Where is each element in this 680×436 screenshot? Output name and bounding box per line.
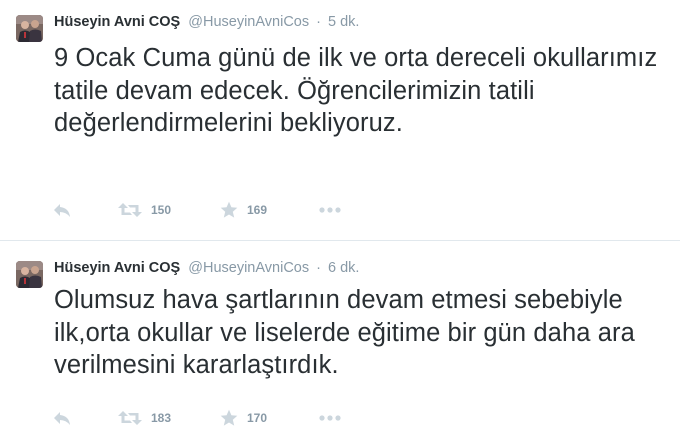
favorite-button[interactable]: 170 <box>220 408 267 428</box>
tweet-header: Hüseyin Avni COŞ @HuseyinAvniCos · 6 dk. <box>54 259 359 277</box>
favorite-count: 169 <box>247 203 268 217</box>
tweet-text: Olumsuz hava şartlarının devam etmesi se… <box>54 286 635 379</box>
reply-icon <box>52 202 72 218</box>
retweet-count: 183 <box>151 411 172 425</box>
favorite-button[interactable]: 169 <box>220 200 267 220</box>
separator: · <box>316 14 321 30</box>
author-handle[interactable]: @HuseyinAvniCos <box>188 260 309 276</box>
star-icon <box>220 409 238 427</box>
avatar[interactable] <box>16 261 43 288</box>
retweet-button[interactable]: 183 <box>118 408 171 428</box>
more-button[interactable] <box>318 408 342 428</box>
separator: · <box>316 260 321 276</box>
author-handle[interactable]: @HuseyinAvniCos <box>188 14 309 30</box>
favorite-count: 170 <box>247 411 268 425</box>
tweet-item[interactable]: Hüseyin Avni COŞ @HuseyinAvniCos · 6 dk.… <box>0 240 680 436</box>
retweet-icon <box>118 410 142 426</box>
tweet-actions: 183 170 <box>52 408 372 428</box>
tweet-text: 9 Ocak Cuma günü de ilk ve orta dereceli… <box>54 44 658 137</box>
timestamp[interactable]: 5 dk. <box>328 14 359 30</box>
author-name[interactable]: Hüseyin Avni COŞ <box>54 260 180 276</box>
author-name[interactable]: Hüseyin Avni COŞ <box>54 14 180 30</box>
tweet-item[interactable]: Hüseyin Avni COŞ @HuseyinAvniCos · 5 dk.… <box>0 0 680 240</box>
tweet-actions: 150 169 <box>52 200 372 220</box>
reply-button[interactable] <box>52 200 72 220</box>
retweet-button[interactable]: 150 <box>118 200 171 220</box>
more-dots-icon <box>318 414 342 422</box>
more-button[interactable] <box>318 200 342 220</box>
more-dots-icon <box>318 206 342 214</box>
avatar[interactable] <box>16 15 43 42</box>
retweet-icon <box>118 202 142 218</box>
tweet-header: Hüseyin Avni COŞ @HuseyinAvniCos · 5 dk. <box>54 13 359 31</box>
star-icon <box>220 201 238 219</box>
reply-button[interactable] <box>52 408 72 428</box>
timestamp[interactable]: 6 dk. <box>328 260 359 276</box>
reply-icon <box>52 410 72 426</box>
retweet-count: 150 <box>151 203 172 217</box>
